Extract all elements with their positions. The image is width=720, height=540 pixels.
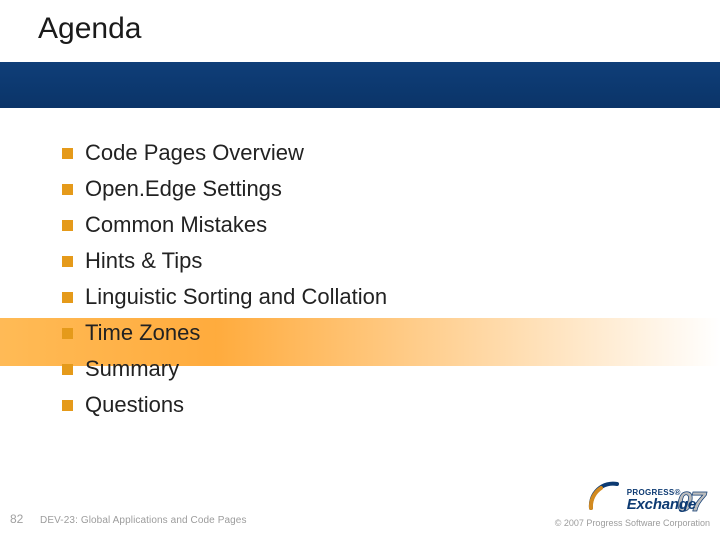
bullet-icon <box>62 400 73 411</box>
session-title: DEV-23: Global Applications and Code Pag… <box>40 515 247 526</box>
list-item: Linguistic Sorting and Collation <box>62 284 387 310</box>
bullet-icon <box>62 292 73 303</box>
content-area: Code Pages Overview Open.Edge Settings C… <box>62 140 387 428</box>
bullet-text: Code Pages Overview <box>85 140 304 166</box>
bullet-text: Open.Edge Settings <box>85 176 282 202</box>
bullet-icon <box>62 256 73 267</box>
bullet-text: Hints & Tips <box>85 248 202 274</box>
list-item: Code Pages Overview <box>62 140 387 166</box>
bullet-icon <box>62 148 73 159</box>
bullet-text: Summary <box>85 356 179 382</box>
bullet-icon <box>62 220 73 231</box>
bullet-text: Time Zones <box>85 320 200 346</box>
logo-text: PROGRESS® Exchange <box>627 489 696 512</box>
list-item: Time Zones <box>62 320 387 346</box>
blue-band <box>0 62 720 108</box>
list-item: Open.Edge Settings <box>62 176 387 202</box>
bullet-text: Questions <box>85 392 184 418</box>
bullet-icon <box>62 328 73 339</box>
list-item: Hints & Tips <box>62 248 387 274</box>
logo-arc-icon <box>587 478 621 512</box>
bullet-text: Common Mistakes <box>85 212 267 238</box>
list-item: Summary <box>62 356 387 382</box>
list-item: Common Mistakes <box>62 212 387 238</box>
copyright: © 2007 Progress Software Corporation <box>555 518 710 528</box>
slide: Agenda Code Pages Overview Open.Edge Set… <box>0 0 720 540</box>
list-item: Questions <box>62 392 387 418</box>
bullet-text: Linguistic Sorting and Collation <box>85 284 387 310</box>
slide-title: Agenda <box>38 12 141 46</box>
bullet-icon <box>62 364 73 375</box>
bullet-icon <box>62 184 73 195</box>
slide-number: 82 <box>10 512 23 526</box>
logo: PROGRESS® Exchange <box>587 478 696 512</box>
logo-exchange-text: Exchange <box>627 497 696 512</box>
